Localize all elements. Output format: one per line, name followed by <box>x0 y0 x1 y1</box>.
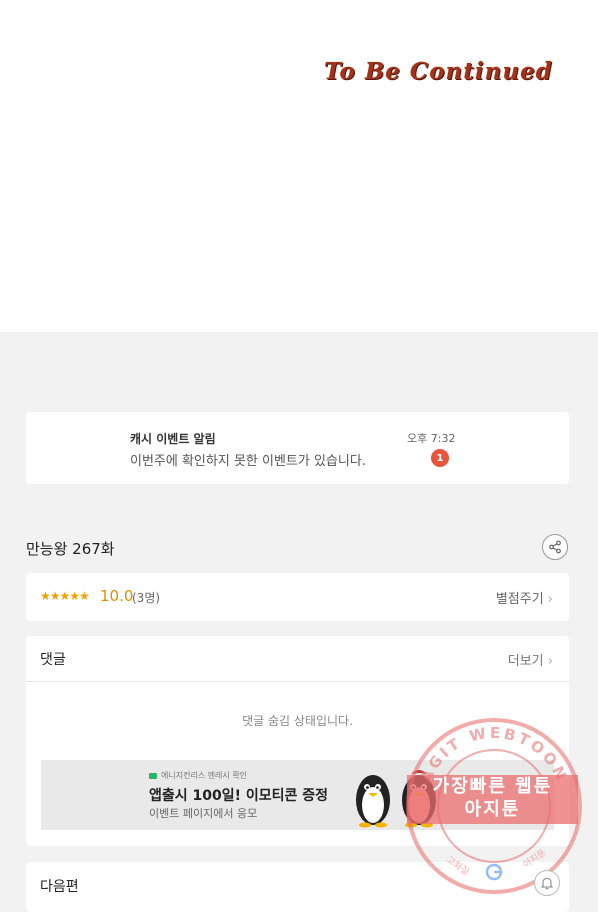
ad-subtitle: 이벤트 페이지에서 응모 <box>149 807 258 820</box>
share-button[interactable] <box>542 534 568 560</box>
google-g-icon <box>485 863 503 881</box>
notification-bell-button[interactable] <box>534 870 560 896</box>
rating-stars: ★★★★★ <box>40 589 90 603</box>
watermark-bottom-left: 고화질 <box>444 854 471 878</box>
watermark-line-2: 아지툰 <box>464 799 521 820</box>
chevron-right-icon: › <box>547 592 553 607</box>
rating-score: 10.0 <box>100 587 134 605</box>
watermark-banner: 가장빠른 웹툰 아지툰 <box>407 775 578 824</box>
comments-header: 댓글 더보기 › <box>26 636 569 682</box>
rate-button[interactable]: 별점주기 › <box>496 588 553 607</box>
cash-event-notification[interactable]: 캐시 이벤트 알림 이번주에 확인하지 못한 이벤트가 있습니다. 오후 7:3… <box>26 412 569 484</box>
notification-count-badge: 1 <box>431 449 449 467</box>
rate-button-label: 별점주기 <box>495 592 544 607</box>
comments-more-link[interactable]: 더보기 › <box>508 650 553 669</box>
to-be-continued-banner: To Be Continued <box>324 58 553 85</box>
ad-brand: 에니지컨리스 멘레시 확인 <box>149 770 247 781</box>
chevron-right-icon: › <box>547 654 553 669</box>
episode-title: 만능왕 267화 <box>26 540 115 558</box>
ad-brand-label: 에니지컨리스 멘레시 확인 <box>161 771 248 780</box>
comments-more-label: 더보기 <box>507 654 544 669</box>
bell-icon <box>540 877 554 890</box>
ad-title: 앱출시 100일! 이모티콘 증정 <box>149 788 329 804</box>
share-icon <box>549 540 561 554</box>
webtoon-image-panel: To Be Continued <box>0 0 598 332</box>
brand-logo-icon <box>149 772 157 779</box>
notification-message: 이번주에 확인하지 못한 이벤트가 있습니다. <box>130 454 366 469</box>
notification-title: 캐시 이벤트 알림 <box>130 432 216 446</box>
rating-count: (3명) <box>132 591 161 605</box>
comments-title: 댓글 <box>40 652 66 668</box>
watermark-line-1: 가장빠른 웹툰 <box>432 776 553 797</box>
next-episode-label: 다음편 <box>40 879 79 895</box>
notification-time: 오후 7:32 <box>407 432 456 445</box>
watermark-bottom-right: 아지툰 <box>521 847 548 870</box>
rating-bar: ★★★★★ 10.0 (3명) 별점주기 › <box>26 573 569 621</box>
